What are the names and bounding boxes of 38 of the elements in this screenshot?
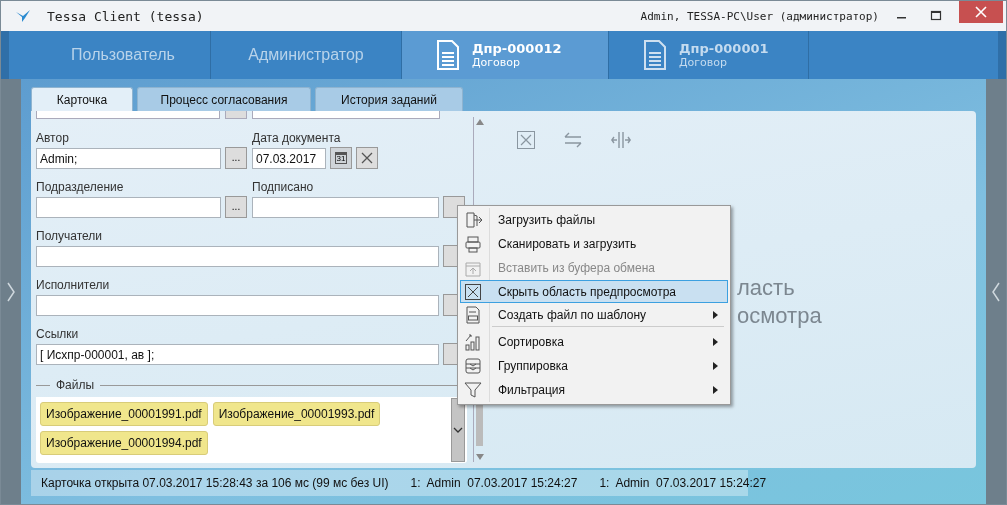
user-label: Admin, TESSA-PC\User (администратор): [640, 9, 879, 23]
file-chip[interactable]: Изображение_00001991.pdf: [40, 402, 208, 426]
browse-button[interactable]: ...: [225, 147, 247, 169]
window-title: Tessa Client (tessa): [47, 8, 204, 24]
input-field[interactable]: 07.03.2017: [252, 147, 326, 169]
field-label: Дата документа: [252, 130, 341, 147]
menu-item[interactable]: Загрузить файлы: [460, 208, 728, 231]
card-tab[interactable]: Процесс согласования: [137, 87, 311, 111]
menu-item[interactable]: Сканировать и загрузить: [460, 232, 728, 255]
field-label: Ссылки: [36, 326, 79, 343]
browse-button[interactable]: ...: [225, 196, 247, 218]
status-message: Карточка открыта 07.03.2017 15:28:43 за 106 мс (99 мс без UI): [41, 476, 389, 490]
file-chip[interactable]: Изображение_00001993.pdf: [212, 402, 381, 426]
field-label: Исполнители: [36, 277, 110, 294]
status-entry: 1: Admin 07.03.2017 15:24:27: [599, 476, 767, 490]
field-label: Автор: [36, 130, 69, 147]
calendar-button[interactable]: 31: [330, 147, 352, 169]
field-label: Подразделение: [36, 179, 124, 196]
document-title: Дпр-000001: [679, 41, 769, 56]
document-type: Договор: [679, 56, 729, 69]
menu-item[interactable]: Группировка: [460, 354, 728, 377]
menu-item[interactable]: Фильтрация: [460, 378, 728, 401]
status-entry: 1: Admin 07.03.2017 15:24:27: [410, 476, 578, 490]
file-chip[interactable]: Изображение_00001994.pdf: [40, 431, 208, 455]
menu-item[interactable]: Сортировка: [460, 330, 728, 353]
input-field[interactable]: [ Исхпр-000001, ав ];: [36, 343, 439, 365]
document-type: Договор: [472, 56, 522, 69]
preview-placeholder-text: ласть: [737, 274, 795, 302]
field-label: Подписано: [252, 179, 314, 196]
input-field[interactable]: Admin;: [36, 147, 221, 169]
card-tab[interactable]: История заданий: [315, 87, 463, 111]
menu-item[interactable]: Создать файл по шаблону: [460, 304, 728, 329]
card-tab[interactable]: Карточка: [31, 87, 133, 111]
section-label: Файлы: [56, 378, 95, 392]
preview-placeholder-text: осмотра: [737, 302, 822, 330]
menu-item[interactable]: Скрыть область предпросмотра: [460, 280, 728, 303]
field-label: Получатели: [36, 228, 103, 245]
document-title: Дпр-000012: [472, 41, 562, 56]
